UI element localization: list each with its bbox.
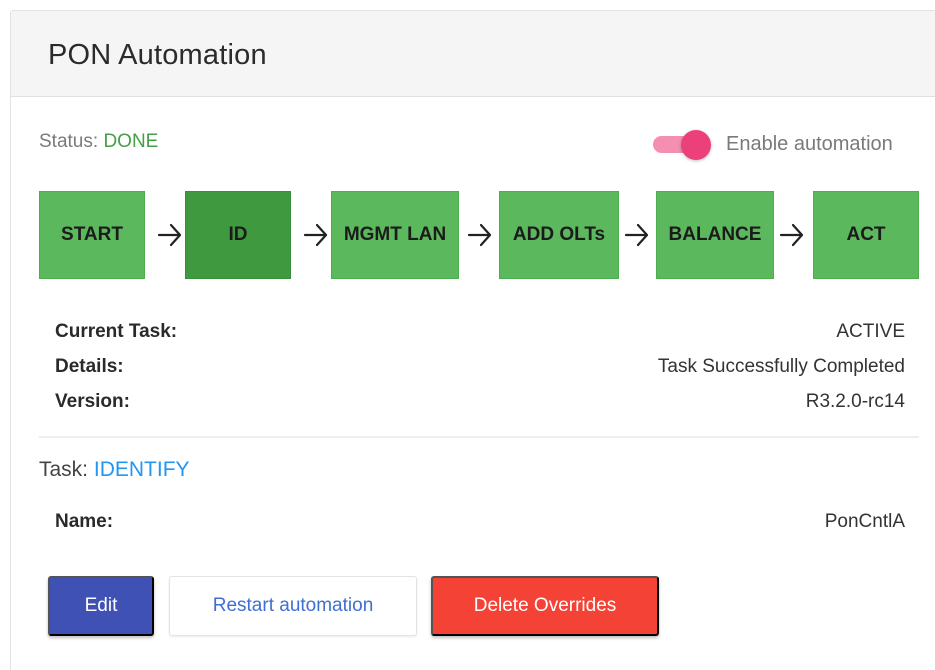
current-task-label: Current Task: [55,321,178,342]
step-id[interactable]: ID [185,191,291,279]
step-act[interactable]: ACT [813,191,919,279]
enable-automation-label: Enable automation [726,133,893,155]
task-details: Current Task: ACTIVE Details: Task Succe… [55,321,905,426]
current-task-row: Current Task: ACTIVE [55,321,905,356]
step-mgmt-lan[interactable]: MGMT LAN [331,191,459,279]
arrow-right-icon [624,223,649,247]
automation-pipeline: START ID MGMT LAN ADD OLTs BALANCE ACT [39,191,929,281]
version-row: Version: R3.2.0-rc14 [55,391,905,426]
restart-automation-button[interactable]: Restart automation [169,576,417,636]
step-balance[interactable]: BALANCE [656,191,774,279]
status-label: Status: [39,131,99,152]
toggle-knob [681,130,711,160]
version-label: Version: [55,391,130,412]
status-row: Status: DONE [39,131,158,153]
details-row: Details: Task Successfully Completed [55,356,905,391]
arrow-right-icon [467,223,492,247]
enable-automation-toggle[interactable] [653,129,711,160]
task-value: IDENTIFY [93,458,190,481]
task-name-value: PonCntlA [824,511,905,532]
step-add-olts[interactable]: ADD OLTs [499,191,619,279]
task-name-row: Name: PonCntlA [55,511,905,541]
status-value: DONE [103,131,159,152]
pon-automation-card: PON Automation Status: DONE Enable autom… [10,10,935,670]
step-start[interactable]: START [39,191,145,279]
section-divider [39,436,919,438]
delete-overrides-button[interactable]: Delete Overrides [431,576,659,636]
details-value: Task Successfully Completed [657,356,905,377]
task-name-label: Name: [55,511,114,532]
task-label: Task: [39,458,89,481]
edit-button[interactable]: Edit [48,576,154,636]
task-row: Task: IDENTIFY [39,458,190,482]
arrow-right-icon [157,223,182,247]
current-task-value: ACTIVE [836,321,905,342]
card-title: PON Automation [48,39,267,71]
arrow-right-icon [303,223,328,247]
details-label: Details: [55,356,124,377]
card-header: PON Automation [11,11,935,97]
arrow-right-icon [779,223,804,247]
version-value: R3.2.0-rc14 [805,391,905,412]
